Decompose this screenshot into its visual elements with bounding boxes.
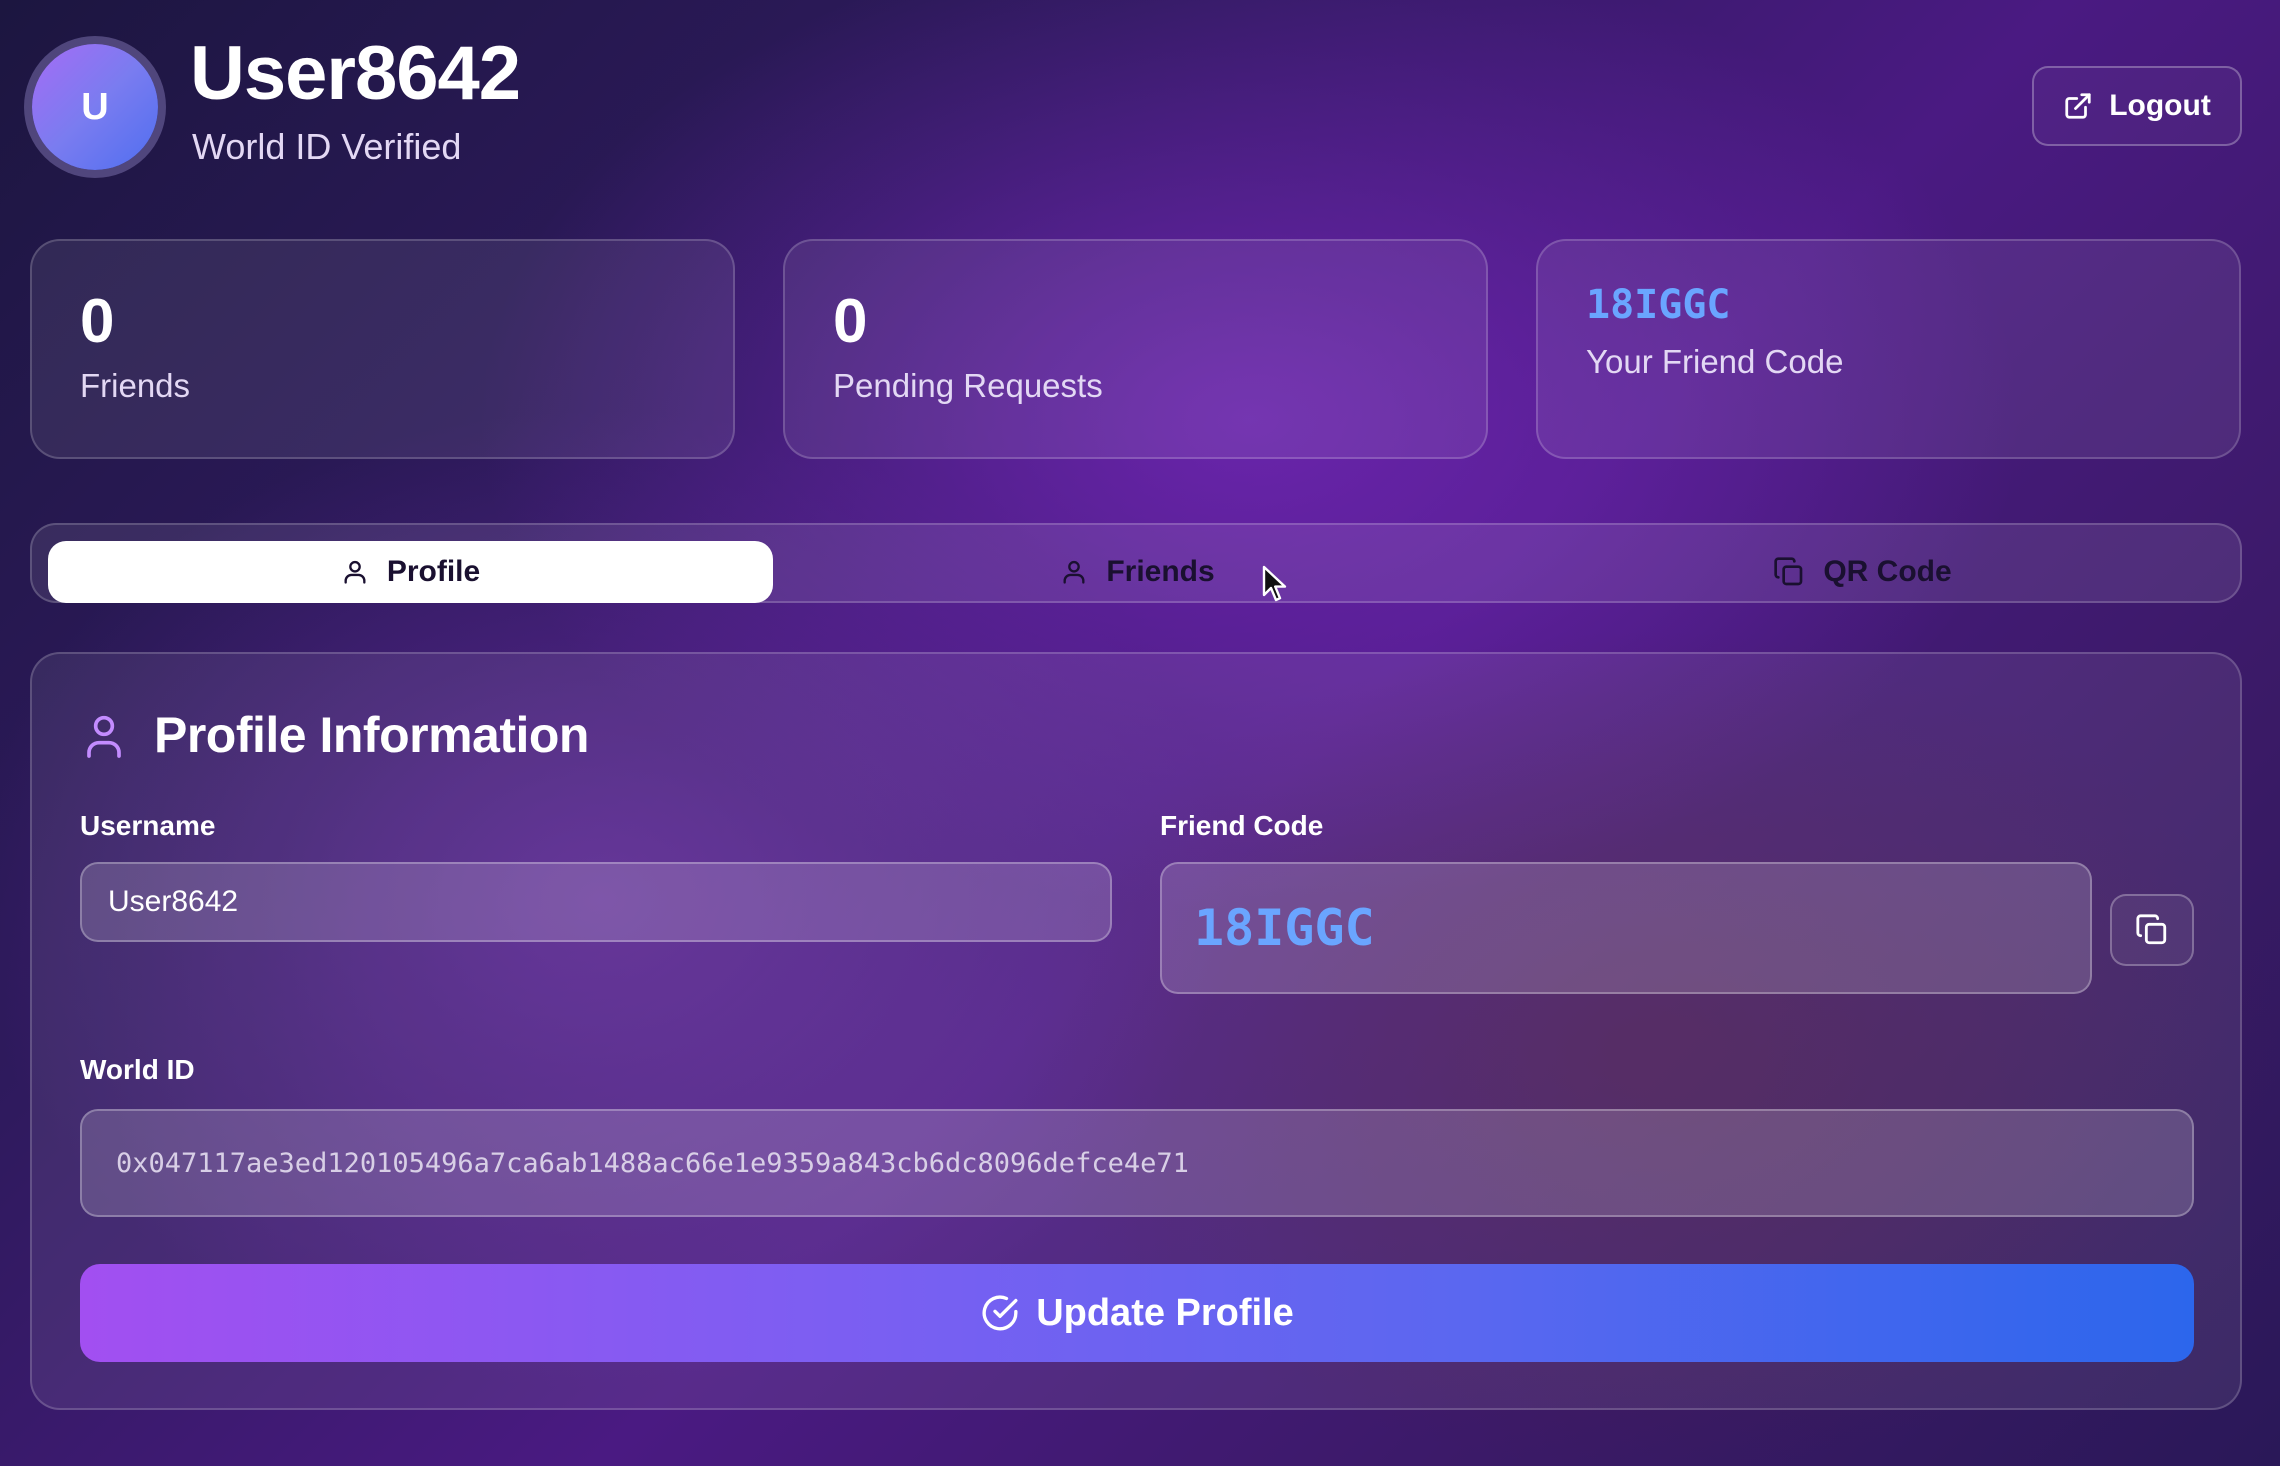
tab-label: QR Code: [1823, 555, 1952, 588]
friend-code-field: 18IGGC: [1160, 862, 2092, 994]
avatar-initial: U: [81, 85, 109, 128]
pending-label: Pending Requests: [833, 367, 1103, 404]
verification-status: World ID Verified: [192, 126, 462, 167]
friends-label: Friends: [80, 367, 191, 404]
section-title: Profile Information: [154, 707, 589, 763]
mouse-cursor-icon: [1262, 565, 1287, 602]
copy-icon: [1774, 557, 1803, 586]
friend-code-stat-card: 18IGGC Your Friend Code: [1536, 239, 2241, 459]
tab-profile[interactable]: Profile: [48, 541, 773, 603]
copy-friend-code-button[interactable]: [2110, 894, 2194, 966]
logout-label: Logout: [2109, 89, 2211, 122]
external-link-icon: [2065, 93, 2091, 119]
pending-count: 0: [833, 287, 868, 356]
world-id-field: 0x047117ae3ed120105496a7ca6ab1488ac66e1e…: [80, 1109, 2194, 1217]
user-icon: [87, 715, 121, 758]
avatar: U: [32, 44, 158, 170]
friend-code-value: 18IGGC: [1586, 282, 1731, 328]
user-icon: [344, 560, 366, 584]
tab-bar: Profile Friends QR Code: [30, 523, 2242, 603]
page-title: User8642: [190, 31, 521, 116]
tab-friends[interactable]: Friends: [775, 541, 1500, 603]
friend-code-field-label: Friend Code: [1160, 810, 1324, 841]
friends-stat-card: 0 Friends: [30, 239, 735, 459]
username-input[interactable]: User8642: [80, 862, 1112, 942]
profile-information-card: Profile Information Username User8642 Fr…: [30, 652, 2242, 1410]
update-profile-button[interactable]: Update Profile: [80, 1264, 2194, 1362]
friends-count: 0: [80, 287, 115, 356]
check-circle-icon: [982, 1295, 1018, 1331]
logout-button[interactable]: Logout: [2032, 66, 2242, 146]
copy-icon: [2136, 914, 2167, 945]
username-label: Username: [80, 810, 216, 841]
tab-label: Profile: [386, 555, 481, 588]
tab-label: Friends: [1106, 555, 1215, 588]
tab-qr-code[interactable]: QR Code: [1500, 541, 2225, 603]
world-id-label: World ID: [80, 1054, 195, 1085]
update-profile-label: Update Profile: [1036, 1291, 1294, 1334]
user-icon: [1063, 560, 1085, 584]
pending-stat-card: 0 Pending Requests: [783, 239, 1488, 459]
friend-code-label: Your Friend Code: [1586, 343, 1844, 380]
